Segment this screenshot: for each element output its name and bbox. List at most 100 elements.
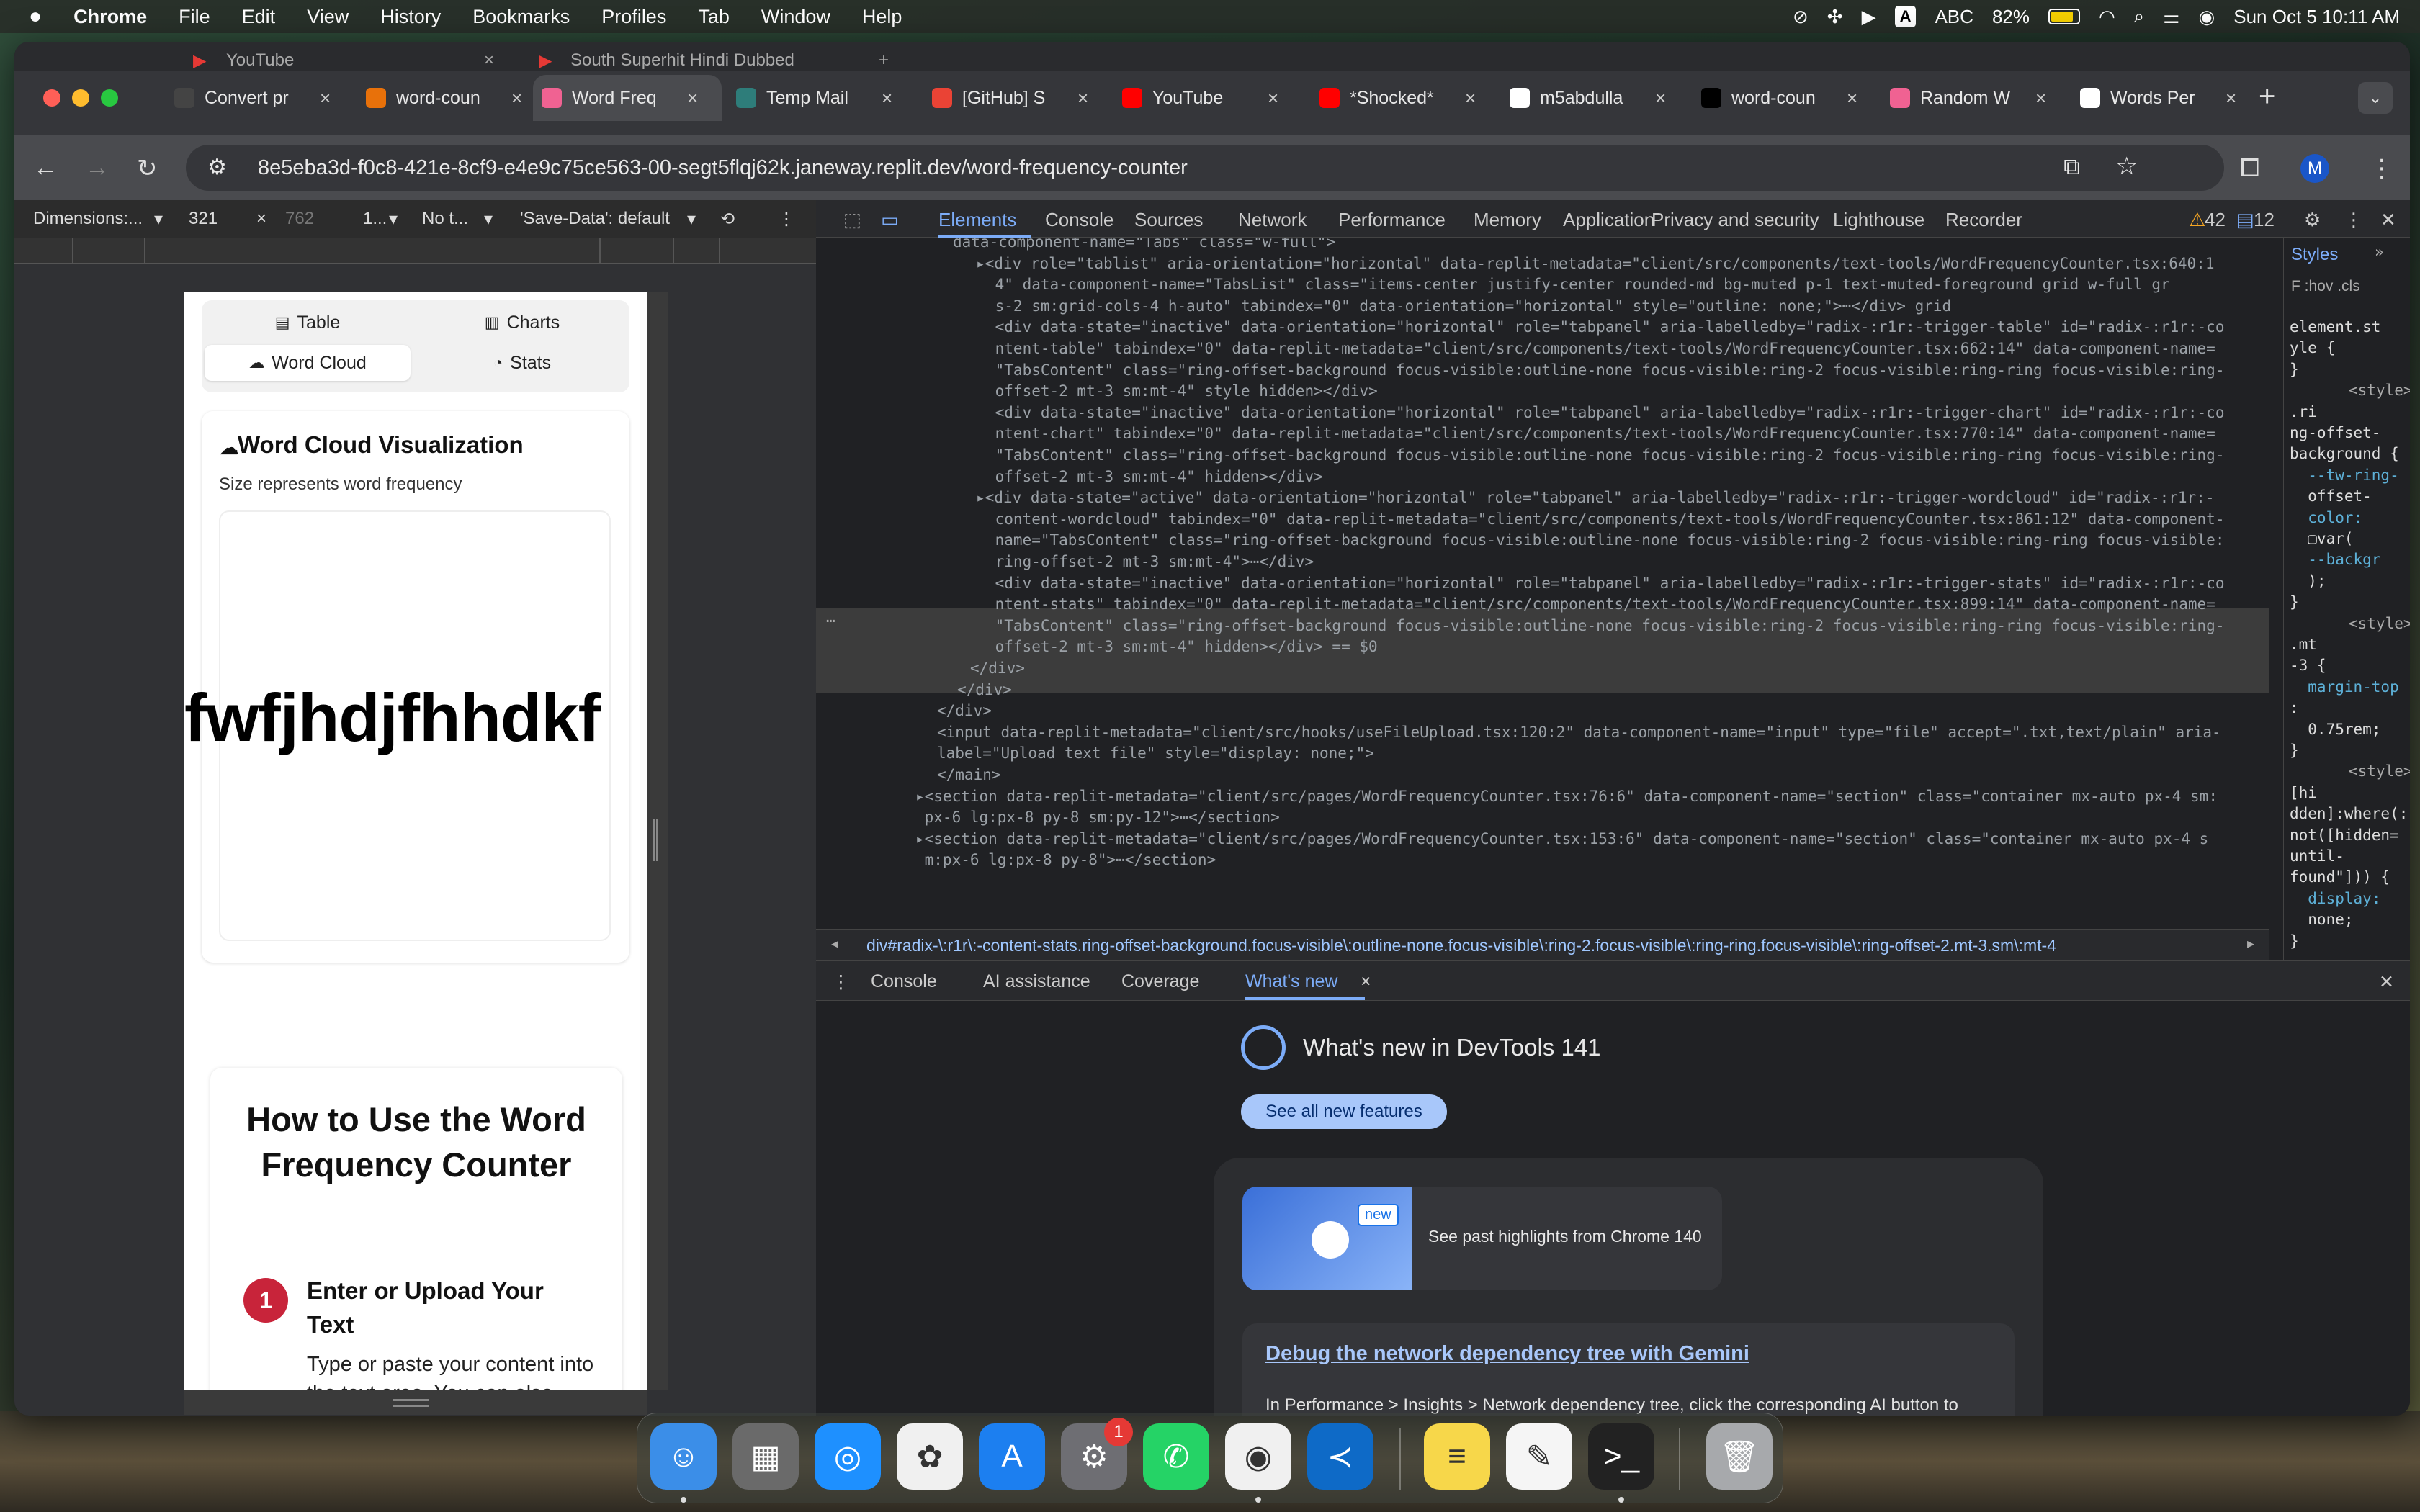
devtools-tab-network[interactable]: Network bbox=[1238, 209, 1307, 231]
menu-view[interactable]: View bbox=[307, 6, 349, 28]
styles-filter[interactable]: F :hov .cls bbox=[2291, 278, 2360, 295]
bookmark-star-icon[interactable]: ☆ bbox=[2116, 152, 2138, 181]
style-rule-line[interactable]: yle { bbox=[2290, 339, 2335, 356]
settings-gear-icon[interactable]: ⚙ bbox=[2304, 209, 2321, 231]
row-more-icon[interactable]: ⋯ bbox=[826, 611, 835, 632]
expand-icon[interactable]: » bbox=[2375, 243, 2384, 261]
zoom-window-button[interactable] bbox=[101, 89, 118, 107]
siri-icon[interactable]: ◉ bbox=[2199, 6, 2215, 28]
tab-table[interactable]: ▤ Table bbox=[205, 305, 411, 341]
menu-history[interactable]: History bbox=[380, 6, 441, 28]
dom-node-line[interactable]: <input data-replit-metadata="client/src/… bbox=[937, 722, 2221, 744]
finder-icon[interactable]: ☺ bbox=[650, 1423, 717, 1490]
issues-icon[interactable]: ▤ bbox=[2236, 209, 2254, 231]
browser-tab[interactable]: *Shocked* × bbox=[1311, 76, 1500, 120]
zoom-dropdown[interactable]: 1... bbox=[363, 209, 387, 229]
menu-help[interactable]: Help bbox=[862, 6, 902, 28]
close-devtools-icon[interactable]: ✕ bbox=[2380, 209, 2396, 231]
breadcrumb-path[interactable]: div#radix-\:r1r\:-content-stats.ring-off… bbox=[866, 936, 2056, 955]
tab-stats[interactable]: ◔ Stats bbox=[419, 345, 625, 381]
devtools-tab-console[interactable]: Console bbox=[1045, 209, 1113, 231]
wifi-icon[interactable]: ◠ bbox=[2099, 6, 2115, 28]
close-tab-icon[interactable]: × bbox=[1655, 87, 1666, 109]
resize-handle[interactable] bbox=[653, 819, 658, 861]
devtools-tab-performance[interactable]: Performance bbox=[1338, 209, 1446, 231]
dom-node-line[interactable]: "TabsContent" class="ring-offset-backgro… bbox=[986, 616, 2225, 637]
height-input[interactable]: 762 bbox=[285, 209, 314, 229]
trash-icon[interactable]: 🗑 bbox=[1706, 1423, 1773, 1490]
browser-tab[interactable]: [GitHub] S × bbox=[923, 76, 1112, 120]
swap-icon[interactable]: × bbox=[256, 209, 266, 229]
status-app-icon[interactable]: ⊘ bbox=[1793, 6, 1809, 28]
style-rule-line[interactable]: --tw-ring- bbox=[2290, 467, 2398, 484]
input-source-label[interactable]: ABC bbox=[1935, 6, 1973, 28]
dom-node-line[interactable]: "TabsContent" class="ring-offset-backgro… bbox=[986, 360, 2225, 382]
style-rule-line[interactable]: background { bbox=[2290, 445, 2399, 462]
control-center-icon[interactable]: ⚌ bbox=[2163, 6, 2179, 28]
dom-node-line[interactable]: 4" data-component-name="TabsList" class=… bbox=[986, 274, 2170, 296]
extensions-icon[interactable]: ⧠ bbox=[2240, 154, 2259, 182]
close-drawer-icon[interactable]: ✕ bbox=[2379, 971, 2394, 993]
input-source-badge[interactable]: A bbox=[1894, 6, 1917, 27]
reload-icon[interactable]: ↻ bbox=[137, 154, 158, 183]
breadcrumb-right-icon[interactable]: ▸ bbox=[2247, 935, 2254, 953]
dom-node-line[interactable]: label="Upload text file" style="display:… bbox=[937, 743, 1374, 765]
style-rule-line[interactable]: <style> bbox=[2349, 762, 2410, 780]
play-icon[interactable]: ▶ bbox=[1862, 6, 1876, 28]
style-rule-line[interactable]: <style> bbox=[2349, 382, 2410, 399]
rotate-icon[interactable]: ⟲ bbox=[720, 209, 735, 230]
style-rule-line[interactable]: : bbox=[2290, 699, 2299, 716]
close-tab-icon[interactable]: × bbox=[2035, 87, 2046, 109]
dom-node-line[interactable]: content-wordcloud" tabindex="0" data-rep… bbox=[986, 509, 2225, 531]
dom-node-line[interactable]: <div data-state="inactive" data-orientat… bbox=[986, 317, 2225, 338]
devtools-tab-application[interactable]: Application bbox=[1563, 209, 1654, 231]
drawer-tab-coverage[interactable]: Coverage bbox=[1121, 971, 1199, 992]
style-rule-line[interactable]: [hi bbox=[2290, 784, 2317, 801]
throttle-dropdown[interactable]: No t... bbox=[422, 209, 468, 229]
dom-node-line[interactable]: ring-offset-2 mt-3 sm:mt-4">⋯</div> bbox=[986, 552, 1314, 573]
close-tab-icon[interactable]: × bbox=[687, 87, 698, 109]
menu-tab[interactable]: Tab bbox=[698, 6, 730, 28]
menu-file[interactable]: File bbox=[179, 6, 210, 28]
close-tab-icon[interactable]: × bbox=[511, 87, 522, 109]
dom-node-line[interactable]: ▸<section data-replit-metadata="client/s… bbox=[915, 829, 2208, 850]
style-rule-line[interactable]: ng-offset- bbox=[2290, 424, 2380, 441]
style-rule-line[interactable]: found"])) { bbox=[2290, 868, 2390, 886]
cast-icon[interactable]: ⧉ bbox=[2063, 153, 2080, 181]
menu-edit[interactable]: Edit bbox=[242, 6, 276, 28]
devtools-tab-privacy-and-security[interactable]: Privacy and security bbox=[1652, 209, 1819, 231]
profile-avatar[interactable]: M bbox=[2300, 154, 2329, 183]
dom-node-line[interactable]: </main> bbox=[937, 765, 1001, 786]
close-icon[interactable]: × bbox=[484, 50, 494, 71]
dom-node-line[interactable]: offset-2 mt-3 sm:mt-4" style hidden></di… bbox=[986, 381, 1378, 402]
forward-icon[interactable]: → bbox=[85, 154, 109, 182]
app-store-icon[interactable]: A bbox=[979, 1423, 1045, 1490]
browser-tab[interactable]: Convert pr × bbox=[166, 76, 354, 120]
browser-tab[interactable]: Temp Mail × bbox=[727, 76, 916, 120]
browser-tab[interactable]: word-coun × bbox=[1693, 76, 1881, 120]
dom-node-line[interactable]: ntent-table" tabindex="0" data-replit-me… bbox=[986, 338, 2215, 360]
status-fan-icon[interactable]: ✣ bbox=[1827, 6, 1843, 28]
vscode-icon[interactable]: ≺ bbox=[1307, 1423, 1373, 1490]
browser-tab[interactable]: YouTube × bbox=[1113, 76, 1302, 120]
url-text[interactable]: 8e5eba3d-f0c8-421e-8cf9-e4e9c75ce563-00-… bbox=[258, 156, 1188, 180]
close-tab-icon[interactable]: × bbox=[1465, 87, 1476, 109]
past-highlights-card[interactable]: new See past highlights from Chrome 140 bbox=[1242, 1187, 1722, 1290]
devtools-tab-lighthouse[interactable]: Lighthouse bbox=[1833, 209, 1924, 231]
dom-node-line[interactable]: ntent-stats" tabindex="0" data-replit-me… bbox=[986, 594, 2215, 616]
style-rule-line[interactable]: -3 { bbox=[2290, 657, 2326, 674]
word-cloud-word[interactable]: fwfjhdjfhhdkf bbox=[184, 679, 647, 757]
more-menu-icon[interactable]: ⋮ bbox=[2370, 154, 2394, 183]
textedit-icon[interactable]: ✎ bbox=[1506, 1423, 1572, 1490]
dom-node-line[interactable]: <div data-state="inactive" data-orientat… bbox=[986, 402, 2225, 424]
close-tab-icon[interactable]: × bbox=[1361, 971, 1371, 992]
back-icon[interactable]: ← bbox=[33, 154, 58, 182]
issues-count[interactable]: 12 bbox=[2254, 209, 2275, 231]
dom-node-line[interactable]: offset-2 mt-3 sm:mt-4" hidden></div> == … bbox=[986, 636, 1378, 658]
tab-word-cloud[interactable]: ☁ Word Cloud bbox=[205, 345, 411, 381]
device-more-icon[interactable]: ⋮ bbox=[778, 209, 795, 230]
dom-node-line[interactable]: </div> bbox=[970, 658, 1025, 680]
devtools-tab-elements[interactable]: Elements bbox=[938, 209, 1016, 231]
feature-link[interactable]: Debug the network dependency tree with G… bbox=[1265, 1342, 1749, 1366]
site-info-icon[interactable]: ⚙ bbox=[207, 155, 227, 180]
